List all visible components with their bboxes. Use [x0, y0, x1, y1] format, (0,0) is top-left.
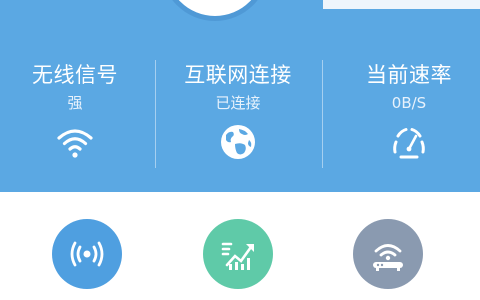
divider — [322, 60, 323, 168]
internet-connection-stat[interactable]: 互联网连接 已连接 — [163, 58, 313, 174]
top-right-bar — [323, 0, 480, 9]
broadcast-button[interactable] — [52, 219, 122, 289]
globe-icon — [221, 125, 255, 159]
broadcast-icon — [70, 241, 104, 267]
wireless-signal-title: 无线信号 — [32, 63, 118, 87]
status-panel: 无线信号 强 互联网连接 已连接 当前速率 0B/S — [0, 0, 480, 192]
current-speed-value: 0B/S — [391, 94, 427, 112]
speed-boost-icon — [221, 242, 254, 270]
wireless-signal-stat[interactable]: 无线信号 强 — [0, 58, 150, 174]
router-icon — [373, 244, 403, 271]
current-speed-title: 当前速率 — [366, 63, 452, 87]
current-speed-stat[interactable]: 当前速率 0B/S — [334, 58, 480, 174]
divider — [155, 60, 156, 168]
wireless-signal-value: 强 — [67, 94, 83, 112]
avatar[interactable] — [166, 0, 264, 16]
internet-connection-value: 已连接 — [215, 94, 261, 112]
wifi-icon — [57, 129, 93, 158]
speed-boost-button[interactable] — [203, 219, 273, 289]
internet-connection-title: 互联网连接 — [184, 63, 292, 87]
speedometer-icon — [393, 128, 425, 159]
router-button[interactable] — [353, 219, 423, 289]
